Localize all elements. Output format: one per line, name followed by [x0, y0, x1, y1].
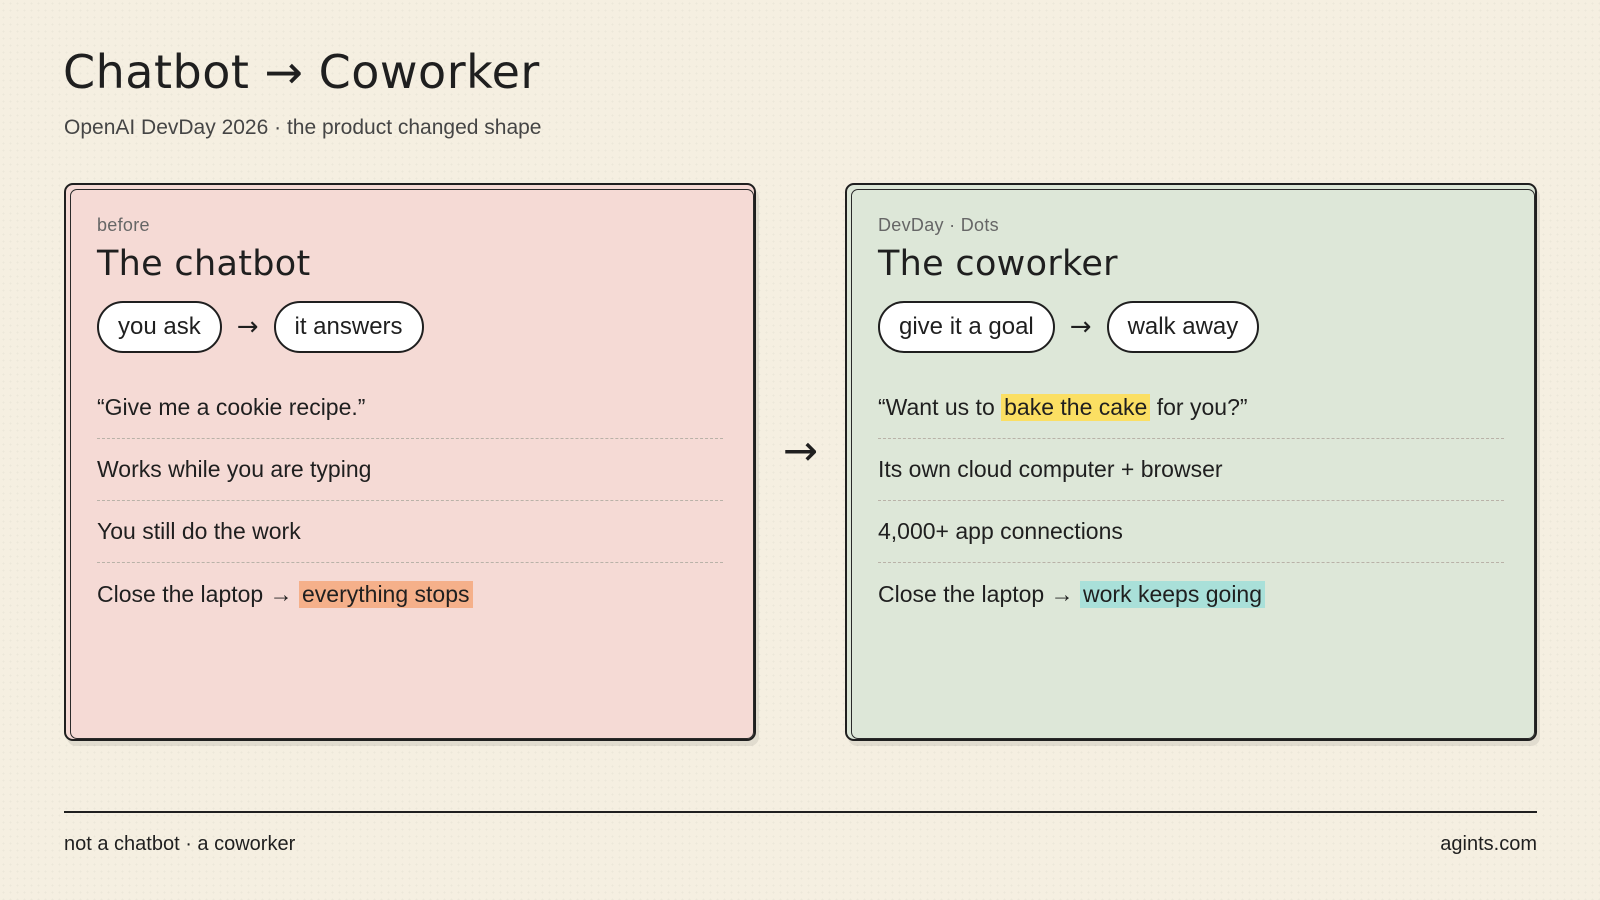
list-item: Its own cloud computer + browser [878, 439, 1504, 501]
coworker-quote-suffix: for you?” [1150, 394, 1248, 420]
it-answers-pill: it answers [273, 301, 424, 353]
coworker-flow: give it a goal → walk away [878, 299, 1504, 355]
bake-the-cake-highlight: bake the cake [1001, 394, 1151, 421]
chatbot-card-eyebrow: before [97, 215, 150, 235]
you-ask-pill: you ask [97, 301, 222, 353]
list-item: 4,000+ app connections [878, 501, 1504, 563]
footer-site: agints.com [1440, 833, 1537, 855]
page-title: Chatbot → Coworker [63, 45, 540, 99]
chatbot-trait-work: You still do the work [97, 518, 301, 544]
list-item: Close the laptop → work keeps going [878, 563, 1504, 625]
chatbot-card: before The chatbot you ask → it answers … [64, 183, 756, 741]
coworker-laptop-prefix: Close the laptop → [878, 580, 1081, 607]
walk-away-pill: walk away [1106, 301, 1260, 353]
chatbot-laptop-prefix: Close the laptop → [97, 580, 300, 607]
list-item: You still do the work [97, 501, 723, 563]
coworker-trait-computer: Its own cloud computer + browser [878, 456, 1223, 482]
coworker-traits-list: “Want us to bake the cake for you?” Its … [878, 377, 1504, 625]
give-it-a-goal-pill: give it a goal [878, 301, 1055, 353]
page-subtitle: OpenAI DevDay 2026 · the product changed… [64, 116, 542, 139]
list-item: Close the laptop → everything stops [97, 563, 723, 625]
everything-stops-highlight: everything stops [299, 580, 473, 608]
chatbot-flow: you ask → it answers [97, 299, 723, 355]
chatbot-traits-list: “Give me a cookie recipe.” Works while y… [97, 377, 723, 625]
coworker-card-content: DevDay · Dots The coworker give it a goa… [878, 215, 1504, 625]
transition-arrow-icon: → [782, 426, 819, 475]
coworker-card: DevDay · Dots The coworker give it a goa… [845, 183, 1537, 741]
coworker-quote-row: “Want us to bake the cake for you?” [878, 377, 1504, 439]
coworker-trait-apps: 4,000+ app connections [878, 518, 1123, 544]
work-keeps-going-highlight: work keeps going [1080, 580, 1266, 608]
coworker-card-title: The coworker [878, 244, 1118, 284]
chatbot-card-title: The chatbot [97, 244, 311, 284]
footer-tagline: not a chatbot · a coworker [64, 833, 296, 855]
chatbot-trait-typing: Works while you are typing [97, 456, 372, 482]
coworker-quote-prefix: “Want us to [878, 394, 1002, 420]
chatbot-quote-row: “Give me a cookie recipe.” [97, 377, 723, 439]
chatbot-card-content: before The chatbot you ask → it answers … [97, 215, 723, 625]
coworker-card-eyebrow: DevDay · Dots [878, 215, 999, 235]
flow-arrow-icon: → [1069, 312, 1092, 342]
footer-divider [64, 811, 1537, 813]
chatbot-quote: “Give me a cookie recipe.” [97, 394, 366, 420]
list-item: Works while you are typing [97, 439, 723, 501]
flow-arrow-icon: → [236, 312, 259, 342]
